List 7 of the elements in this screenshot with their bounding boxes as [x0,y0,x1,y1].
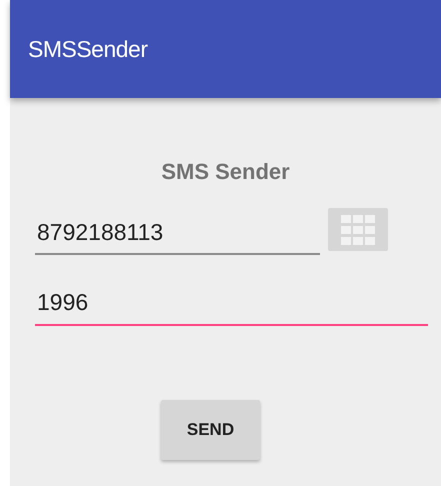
keypad-icon [341,214,375,244]
send-button[interactable]: SEND [161,400,260,460]
input-field[interactable]: 8792188113 [35,214,320,255]
keypad-button[interactable] [328,208,388,251]
app-title: SMSSender [28,34,148,64]
heading: SMS Sender [161,158,290,186]
input-field[interactable]: 1996 [35,285,428,326]
